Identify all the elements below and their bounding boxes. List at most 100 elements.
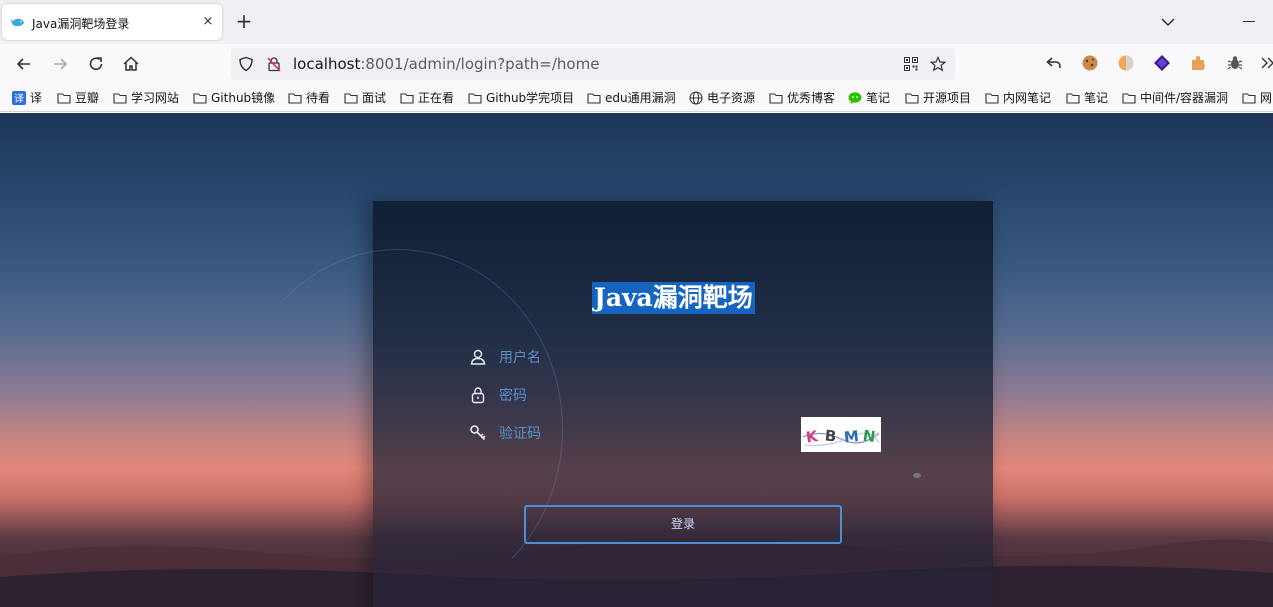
- bookmarks-toolbar: 译译 豆瓣 学习网站 Github镜像 待看 面试 正在看 Github学完项目…: [0, 84, 1273, 112]
- bookmark-label: Github学完项目: [486, 91, 575, 105]
- translate-icon: 译: [12, 91, 26, 105]
- new-tab-button[interactable]: +: [234, 11, 254, 31]
- tab-list-chevron-icon[interactable]: [1158, 12, 1178, 32]
- password-row: [469, 384, 889, 408]
- folder-icon: [1122, 93, 1136, 104]
- bookmark-label: 正在看: [418, 91, 455, 105]
- url-text[interactable]: localhost:8001/admin/login?path=/home: [293, 55, 599, 73]
- decorative-dot: [913, 473, 921, 478]
- bookmark-label: 优秀博客: [787, 91, 836, 105]
- captcha-glyphs: K B M N: [802, 426, 880, 447]
- home-icon[interactable]: [121, 54, 141, 74]
- forward-arrow-icon[interactable]: [50, 54, 70, 74]
- bookmark-label: 豆瓣: [75, 91, 100, 105]
- back-arrow-icon[interactable]: [14, 54, 34, 74]
- svg-text:K: K: [805, 427, 820, 447]
- minimize-button[interactable]: [1243, 21, 1255, 22]
- reload-icon[interactable]: [86, 54, 106, 74]
- bookmark-folder[interactable]: 网: [1242, 90, 1272, 106]
- folder-icon: [1066, 93, 1080, 104]
- nav-toolbar: localhost:8001/admin/login?path=/home: [0, 44, 1273, 84]
- bookmark-label: 电子资源: [707, 91, 756, 105]
- lock-icon: [471, 387, 485, 404]
- captcha-image[interactable]: K B M N: [801, 417, 881, 452]
- tab-active[interactable]: Java漏洞靶场登录 ×: [2, 4, 222, 40]
- bookmark-item[interactable]: 笔记: [848, 90, 890, 106]
- tab-strip: Java漏洞靶场登录 × +: [0, 0, 1273, 44]
- bookmark-label: 网: [1260, 91, 1273, 105]
- bookmark-folder[interactable]: 豆瓣: [57, 90, 99, 106]
- puzzle-extension-icon[interactable]: [1189, 54, 1207, 72]
- url-path: :8001/admin/login?path=/home: [360, 55, 600, 73]
- bookmark-folder[interactable]: 优秀博客: [769, 90, 835, 106]
- bookmark-folder[interactable]: 学习网站: [113, 90, 179, 106]
- tab-title: Java漏洞靶场登录: [32, 17, 130, 31]
- tab-favicon-icon: [11, 18, 24, 27]
- bookmark-label: edu通用漏洞: [605, 91, 676, 105]
- bug-extension-icon[interactable]: [1226, 54, 1244, 72]
- bookmark-folder[interactable]: Github学完项目: [468, 90, 574, 106]
- shield-icon[interactable]: [238, 56, 254, 72]
- bookmark-folder[interactable]: 中间件/容器漏洞: [1122, 90, 1228, 106]
- bookmark-label: 学习网站: [131, 91, 180, 105]
- folder-icon: [769, 93, 783, 104]
- folder-icon: [344, 93, 358, 104]
- wechat-icon: [848, 92, 862, 104]
- password-input[interactable]: [499, 384, 779, 408]
- bookmark-label: 开源项目: [923, 91, 972, 105]
- address-bar[interactable]: localhost:8001/admin/login?path=/home: [231, 48, 955, 80]
- page-background: Java漏洞靶场 K B M N 登录: [0, 113, 1273, 607]
- captcha-input[interactable]: [499, 422, 779, 446]
- bookmark-folder[interactable]: 内网笔记: [985, 90, 1051, 106]
- undo-arrow-icon[interactable]: [1045, 54, 1063, 72]
- bookmark-label: 笔记: [866, 91, 891, 105]
- svg-text:B: B: [824, 426, 837, 445]
- bookmark-folder[interactable]: Github镜像: [193, 90, 275, 106]
- bookmark-folder[interactable]: 待看: [288, 90, 330, 106]
- folder-icon: [985, 93, 999, 104]
- overflow-chevron-icon[interactable]: [1260, 54, 1273, 72]
- bookmark-label: 译: [30, 91, 43, 105]
- insecure-lock-icon[interactable]: [266, 56, 282, 72]
- key-icon: [470, 425, 486, 441]
- bookmark-folder[interactable]: 正在看: [400, 90, 454, 106]
- bookmark-item[interactable]: 电子资源: [689, 90, 755, 106]
- bookmark-label: 面试: [362, 91, 387, 105]
- folder-icon: [468, 93, 482, 104]
- user-icon: [470, 349, 486, 365]
- username-row: [469, 346, 889, 370]
- fox-extension-icon[interactable]: [1117, 54, 1135, 72]
- login-panel: Java漏洞靶场 K B M N 登录: [233, 201, 993, 607]
- bookmark-label: Github镜像: [211, 91, 276, 105]
- login-button[interactable]: 登录: [524, 505, 842, 544]
- svg-text:M: M: [843, 427, 860, 446]
- bookmark-label: 笔记: [1084, 91, 1109, 105]
- bookmark-folder[interactable]: 面试: [344, 90, 386, 106]
- url-host: localhost: [293, 55, 361, 73]
- folder-icon: [193, 93, 207, 104]
- folder-icon: [288, 93, 302, 104]
- bookmark-item[interactable]: 译译: [12, 90, 42, 106]
- tab-close-icon[interactable]: ×: [199, 13, 217, 31]
- svg-text:译: 译: [14, 93, 24, 105]
- globe-icon: [689, 91, 703, 105]
- bookmark-star-icon[interactable]: [930, 56, 946, 72]
- svg-text:N: N: [862, 427, 877, 447]
- bookmark-folder[interactable]: edu通用漏洞: [587, 90, 676, 106]
- folder-icon: [113, 93, 127, 104]
- cookie-extension-icon[interactable]: [1081, 54, 1099, 72]
- folder-icon: [587, 93, 601, 104]
- bookmark-folder[interactable]: 笔记: [1066, 90, 1108, 106]
- bookmark-label: 待看: [306, 91, 331, 105]
- bookmark-folder[interactable]: 开源项目: [905, 90, 971, 106]
- qr-code-icon[interactable]: [903, 56, 919, 72]
- folder-icon: [1242, 93, 1256, 104]
- username-input[interactable]: [499, 346, 779, 370]
- folder-icon: [905, 93, 919, 104]
- bookmark-label: 内网笔记: [1003, 91, 1052, 105]
- login-title: Java漏洞靶场: [592, 282, 755, 314]
- bookmark-label: 中间件/容器漏洞: [1140, 91, 1229, 105]
- folder-icon: [57, 93, 71, 104]
- layers-extension-icon[interactable]: [1153, 54, 1171, 72]
- folder-icon: [400, 93, 414, 104]
